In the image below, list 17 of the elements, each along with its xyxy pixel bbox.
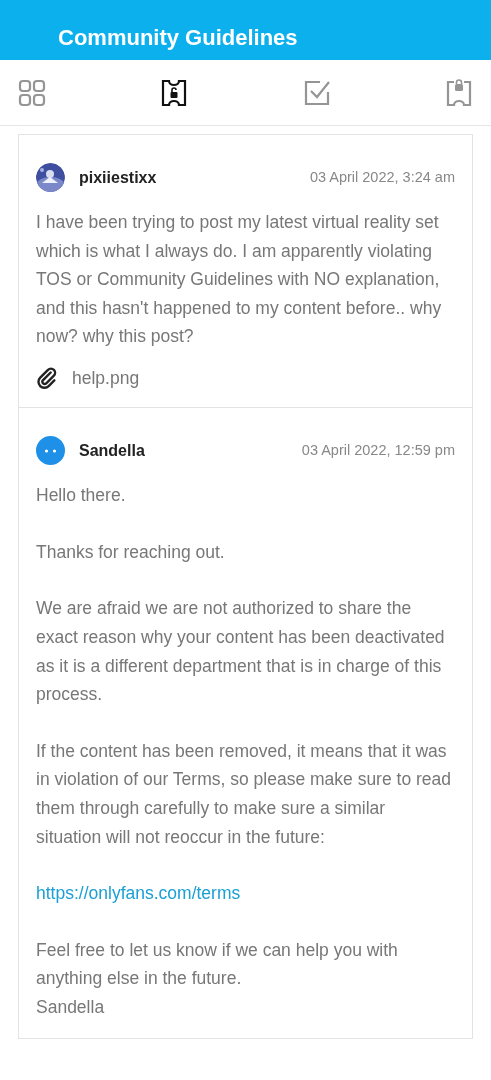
message-text: If the content has been removed, it means that it was in violation of our Terms, so please make sure to read them through carefully to make sure a similar situation will not reoccur in the future: [36,739,453,849]
signature: Sandella [36,995,106,1019]
message-text: We are afraid we are not authorized to share the exact reason why your content has been deactivated as it is a different department that is in charge of this process. [36,597,446,707]
message-text: I have been trying to post my latest virtual reality set which is what I always do. I am apparently violating TOS or Community Guidelines with NO explanation, and this hasn't happened to my content before.. why now? why this post? [36,211,443,349]
page-title: Community Guidelines [58,24,298,52]
author-name[interactable]: Sandella [79,438,145,463]
avatar-icon [36,436,65,466]
grid-icon [17,77,47,108]
lock-ticket-icon [444,77,474,108]
message-text: Feel free to let us know if we can help you with anything else in the future. [36,938,399,991]
message-text: Hello there. [36,484,127,508]
message-text: Thanks for reaching out. [36,540,226,564]
author-name[interactable]: pixiiestixx [79,165,157,190]
message-time: 03 April 2022, 3:24 am [309,167,455,187]
paperclip-icon [36,367,58,390]
message-time: 03 April 2022, 12:59 pm [301,440,455,460]
attachment-link[interactable]: help.png [72,364,140,392]
